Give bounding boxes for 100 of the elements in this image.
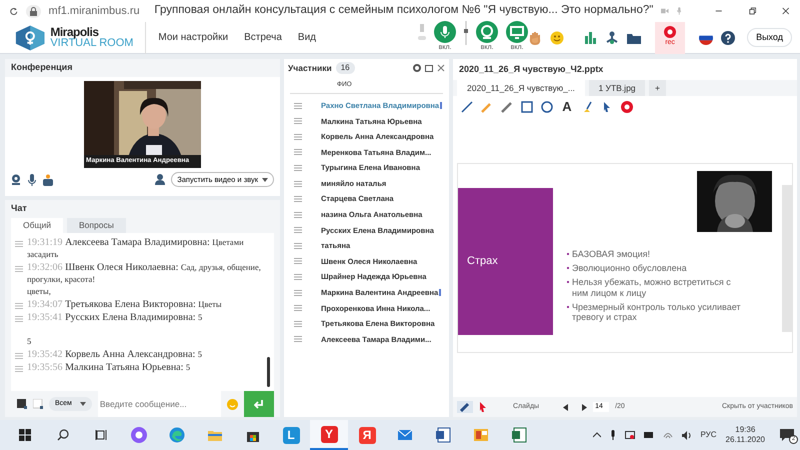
chevron-up-icon[interactable] bbox=[592, 432, 601, 438]
next-icon[interactable] bbox=[582, 404, 588, 410]
person-icon[interactable] bbox=[155, 174, 166, 186]
close-icon[interactable] bbox=[782, 6, 790, 16]
webcam-icon[interactable] bbox=[11, 174, 22, 186]
presentation-icon[interactable] bbox=[473, 427, 489, 443]
chat-message: 19:35:42 Корвель Анна Александровна: 5 bbox=[27, 348, 202, 361]
document-tab[interactable]: 1 УТВ.jpg bbox=[589, 80, 645, 96]
voice-assistant-icon[interactable] bbox=[131, 427, 147, 443]
app-icon[interactable]: Я bbox=[358, 426, 376, 444]
mic-blocked-icon bbox=[676, 6, 682, 16]
spreadsheet-icon[interactable] bbox=[511, 427, 527, 443]
panel-title: Участники bbox=[288, 62, 332, 74]
drag-handle-icon[interactable] bbox=[15, 266, 23, 272]
drag-handle-icon[interactable] bbox=[294, 258, 302, 264]
enter-icon bbox=[254, 400, 264, 408]
drag-handle-icon[interactable] bbox=[15, 316, 23, 322]
browser-icon[interactable] bbox=[169, 427, 185, 443]
line-tool-icon[interactable] bbox=[460, 100, 474, 114]
drag-handle-icon[interactable] bbox=[294, 336, 302, 342]
menu-item[interactable]: Вид bbox=[298, 30, 316, 45]
restore-icon[interactable] bbox=[748, 6, 756, 16]
speaker-icon[interactable] bbox=[682, 430, 692, 440]
text-color-icon[interactable] bbox=[17, 399, 27, 409]
camera-icon[interactable] bbox=[624, 430, 635, 440]
participant-count: 16 bbox=[336, 62, 355, 74]
document-tab[interactable]: 2020_11_26_Я чувствую_... bbox=[457, 80, 585, 96]
bullet-text: Эволюционно обусловлена bbox=[572, 262, 687, 274]
drag-handle-icon[interactable] bbox=[294, 305, 302, 312]
previous-icon[interactable] bbox=[563, 404, 568, 410]
pencil-icon[interactable] bbox=[500, 100, 514, 114]
scrollbar[interactable] bbox=[267, 356, 270, 387]
chat-message: 19:34:07 Третьякова Елена Викторовна: Цветы bbox=[27, 298, 222, 311]
drag-handle-icon[interactable] bbox=[15, 366, 23, 372]
pen-button[interactable] bbox=[457, 401, 473, 413]
app-icon[interactable]: Y bbox=[320, 426, 338, 442]
slide-title-block: Страх bbox=[458, 188, 553, 336]
rectangle-tool-icon[interactable] bbox=[520, 100, 534, 114]
close-icon[interactable] bbox=[437, 64, 445, 72]
marker-icon[interactable] bbox=[480, 100, 494, 114]
task-view-icon[interactable] bbox=[95, 429, 107, 441]
record-icon bbox=[664, 26, 676, 38]
drag-handle-icon[interactable] bbox=[15, 240, 23, 247]
url-text[interactable]: mf1.miranimbus.ru bbox=[48, 2, 146, 20]
drag-handle-icon[interactable] bbox=[15, 302, 23, 309]
drag-handle-icon[interactable] bbox=[294, 320, 302, 327]
add-tab-button[interactable]: + bbox=[649, 80, 666, 96]
bar-chart-icon[interactable] bbox=[584, 31, 598, 44]
drag-handle-icon[interactable] bbox=[294, 180, 302, 187]
drag-handle-icon[interactable] bbox=[294, 227, 302, 234]
windows-icon[interactable] bbox=[19, 429, 31, 441]
exit-button[interactable]: Выход bbox=[747, 28, 792, 48]
bullet-text: Чрезмерный контроль только усиливает тревогу и страх bbox=[572, 302, 742, 323]
wifi-icon[interactable] bbox=[662, 431, 673, 439]
mail-icon[interactable] bbox=[397, 427, 413, 443]
chat-message: 19:32:06 Швенк Олеся Николаевна: Сад, друзья, общение, прогулки, красота! цветы, bbox=[27, 262, 262, 298]
message-input[interactable]: Введите сообщение... bbox=[98, 391, 221, 417]
language-indicator[interactable]: РУС bbox=[700, 429, 717, 441]
drag-handle-icon[interactable] bbox=[294, 196, 302, 202]
drag-handle-icon[interactable] bbox=[294, 242, 302, 249]
stop-icon[interactable] bbox=[620, 100, 634, 114]
maximize-icon[interactable] bbox=[425, 64, 433, 72]
drag-handle-icon[interactable] bbox=[294, 164, 302, 171]
clock-time[interactable]: 19:36 bbox=[735, 425, 756, 435]
microphone-icon[interactable] bbox=[610, 430, 616, 440]
reload-icon[interactable] bbox=[10, 6, 18, 16]
clock-date[interactable]: 26.11.2020 bbox=[726, 435, 765, 445]
circle-tool-icon[interactable] bbox=[540, 100, 554, 114]
presenter-icon[interactable] bbox=[42, 174, 54, 186]
drag-handle-icon[interactable] bbox=[294, 149, 302, 156]
search-icon[interactable] bbox=[57, 429, 69, 441]
lock-icon bbox=[26, 4, 41, 18]
background-color-icon[interactable] bbox=[33, 399, 43, 409]
battery-icon[interactable] bbox=[644, 432, 654, 438]
menu-item[interactable]: Мои настройки bbox=[158, 30, 228, 45]
slide-scrollbar[interactable] bbox=[782, 184, 792, 332]
presentation-title: 2020_11_26_Я чувствую_Ч2.pptx bbox=[458, 63, 604, 76]
drag-handle-icon[interactable] bbox=[294, 118, 302, 124]
page-title: Групповая онлайн консультация с семейным психологом №6 "Я чувствую... Это нормально?" bbox=[154, 3, 654, 18]
drag-handle-icon[interactable] bbox=[294, 134, 302, 140]
hierarchy-icon[interactable] bbox=[605, 30, 620, 44]
drag-handle-icon[interactable] bbox=[294, 274, 302, 280]
drag-handle-icon[interactable] bbox=[15, 352, 23, 359]
help-icon[interactable] bbox=[721, 30, 736, 44]
folder-icon[interactable] bbox=[627, 32, 642, 44]
settings-icon[interactable] bbox=[413, 64, 421, 72]
chat-tab[interactable]: Общий bbox=[11, 218, 63, 233]
logo-title: Mirapolis bbox=[50, 26, 100, 38]
microphone-icon[interactable] bbox=[28, 174, 36, 186]
drag-handle-icon[interactable] bbox=[294, 102, 302, 109]
chat-tab[interactable]: Вопросы bbox=[66, 218, 126, 233]
text-tool[interactable]: A bbox=[562, 100, 572, 114]
chat-message: 19:35:41 Русских Елена Владимировна: 5 5 bbox=[27, 312, 202, 348]
document-icon[interactable] bbox=[435, 427, 451, 443]
pointer-icon[interactable] bbox=[479, 402, 487, 412]
drag-handle-icon[interactable] bbox=[294, 212, 302, 218]
menu-item[interactable]: Встреча bbox=[244, 30, 282, 45]
slider-thumb[interactable] bbox=[464, 29, 468, 34]
drag-handle-icon[interactable] bbox=[294, 290, 302, 296]
smiley-icon[interactable] bbox=[550, 30, 564, 44]
